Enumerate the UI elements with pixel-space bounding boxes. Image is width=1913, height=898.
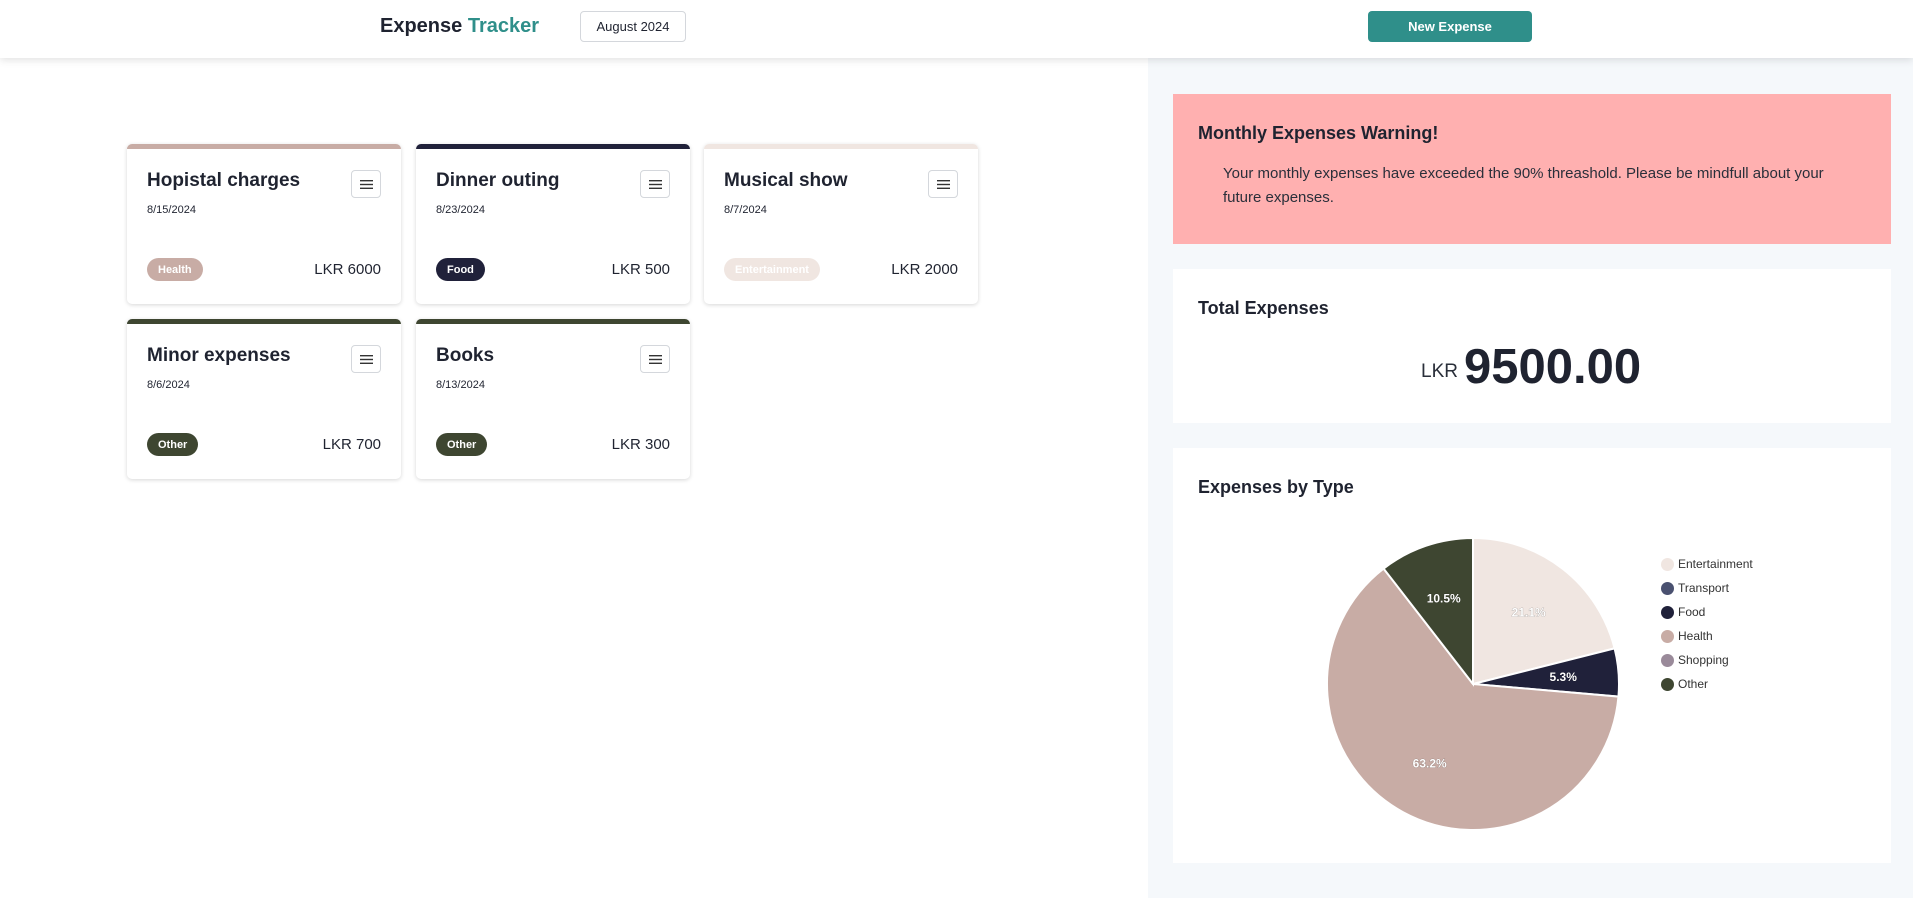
legend-label: Transport [1678,581,1729,595]
app-brand: Expense Tracker [380,15,539,38]
legend-item-food[interactable]: Food [1661,600,1753,624]
expense-date: 8/7/2024 [724,204,767,216]
total-expenses-card: Total Expenses LKR 9500.00 [1173,269,1891,423]
card-menu-button[interactable] [640,345,670,373]
total-expenses-title: Total Expenses [1198,298,1329,318]
expense-card[interactable]: Hopistal charges 8/15/2024 Health LKR 60… [127,144,401,304]
card-menu-button[interactable] [351,345,381,373]
card-accent-bar [416,144,690,149]
category-badge: Other [147,433,199,456]
legend-label: Food [1678,605,1706,619]
pie-label-entertainment: 21.1% [1512,606,1546,620]
expense-title: Dinner outing [436,170,560,191]
legend-swatch [1661,581,1674,595]
expense-date: 8/23/2024 [436,204,485,216]
card-menu-button[interactable] [640,170,670,198]
expense-title: Hopistal charges [147,170,301,191]
expense-date: 8/6/2024 [147,379,190,391]
expense-amount: LKR 300 [611,436,670,453]
legend-item-other[interactable]: Other [1661,672,1753,696]
expenses-by-type-title: Expenses by Type [1198,477,1354,497]
expense-card[interactable]: Books 8/13/2024 Other LKR 300 [416,319,690,479]
legend-item-entertainment[interactable]: Entertainment [1661,552,1753,576]
card-menu-button[interactable] [351,170,381,198]
legend-item-transport[interactable]: Transport [1661,576,1753,600]
hamburger-icon [648,354,662,364]
warning-message: Your monthly expenses have exceeded the … [1223,165,1824,206]
month-selector-button[interactable]: August 2024 [580,11,686,42]
expense-amount: LKR 2000 [891,261,958,278]
total-currency: LKR [1421,361,1458,382]
legend-swatch [1661,605,1674,619]
card-accent-bar [416,319,690,324]
monthly-warning-alert: Monthly Expenses Warning! Your monthly e… [1173,94,1891,244]
hamburger-icon [936,179,950,189]
expense-title: Books [436,345,495,366]
warning-title: Monthly Expenses Warning! [1198,123,1439,143]
expense-title: Musical show [724,170,848,191]
expense-amount: LKR 500 [611,261,670,278]
legend-label: Entertainment [1678,557,1753,571]
legend-swatch [1661,557,1674,571]
hamburger-icon [359,354,373,364]
card-accent-bar [704,144,978,149]
hamburger-icon [359,179,373,189]
legend-item-health[interactable]: Health [1661,624,1753,648]
expense-title: Minor expenses [147,345,291,366]
expense-card[interactable]: Musical show 8/7/2024 Entertainment LKR … [704,144,978,304]
card-accent-bar [127,319,401,324]
category-badge: Entertainment [724,258,820,281]
total-value: 9500.00 [1464,340,1642,394]
brand-accent: Tracker [467,15,539,37]
pie-legend: Entertainment Transport Food Health Shopping… [1661,552,1753,696]
card-menu-button[interactable] [928,170,958,198]
legend-label: Shopping [1678,653,1729,667]
pie-label-food: 5.3% [1550,670,1578,684]
legend-label: Health [1678,629,1713,643]
expense-date: 8/13/2024 [436,379,485,391]
category-badge: Other [436,433,488,456]
new-expense-button[interactable]: New Expense [1368,11,1532,42]
hamburger-icon [648,179,662,189]
top-header: Expense Tracker August 2024 New Expense [0,0,1913,58]
legend-swatch [1661,653,1674,667]
expense-card[interactable]: Minor expenses 8/6/2024 Other LKR 700 [127,319,401,479]
expense-card[interactable]: Dinner outing 8/23/2024 Food LKR 500 [416,144,690,304]
expense-amount: LKR 700 [322,436,381,453]
pie-label-health: 63.2% [1413,756,1447,770]
legend-swatch [1661,629,1674,643]
expense-amount: LKR 6000 [314,261,381,278]
legend-swatch [1661,677,1674,691]
expenses-pie-chart: 21.1% 5.3% 63.2% 10.5% [1326,536,1620,831]
expense-date: 8/15/2024 [147,204,196,216]
legend-label: Other [1678,677,1709,691]
category-badge: Health [147,258,203,281]
card-accent-bar [127,144,401,149]
brand-name: Expense [380,15,463,37]
legend-item-shopping[interactable]: Shopping [1661,648,1753,672]
category-badge: Food [436,258,485,281]
pie-label-other: 10.5% [1427,591,1461,605]
